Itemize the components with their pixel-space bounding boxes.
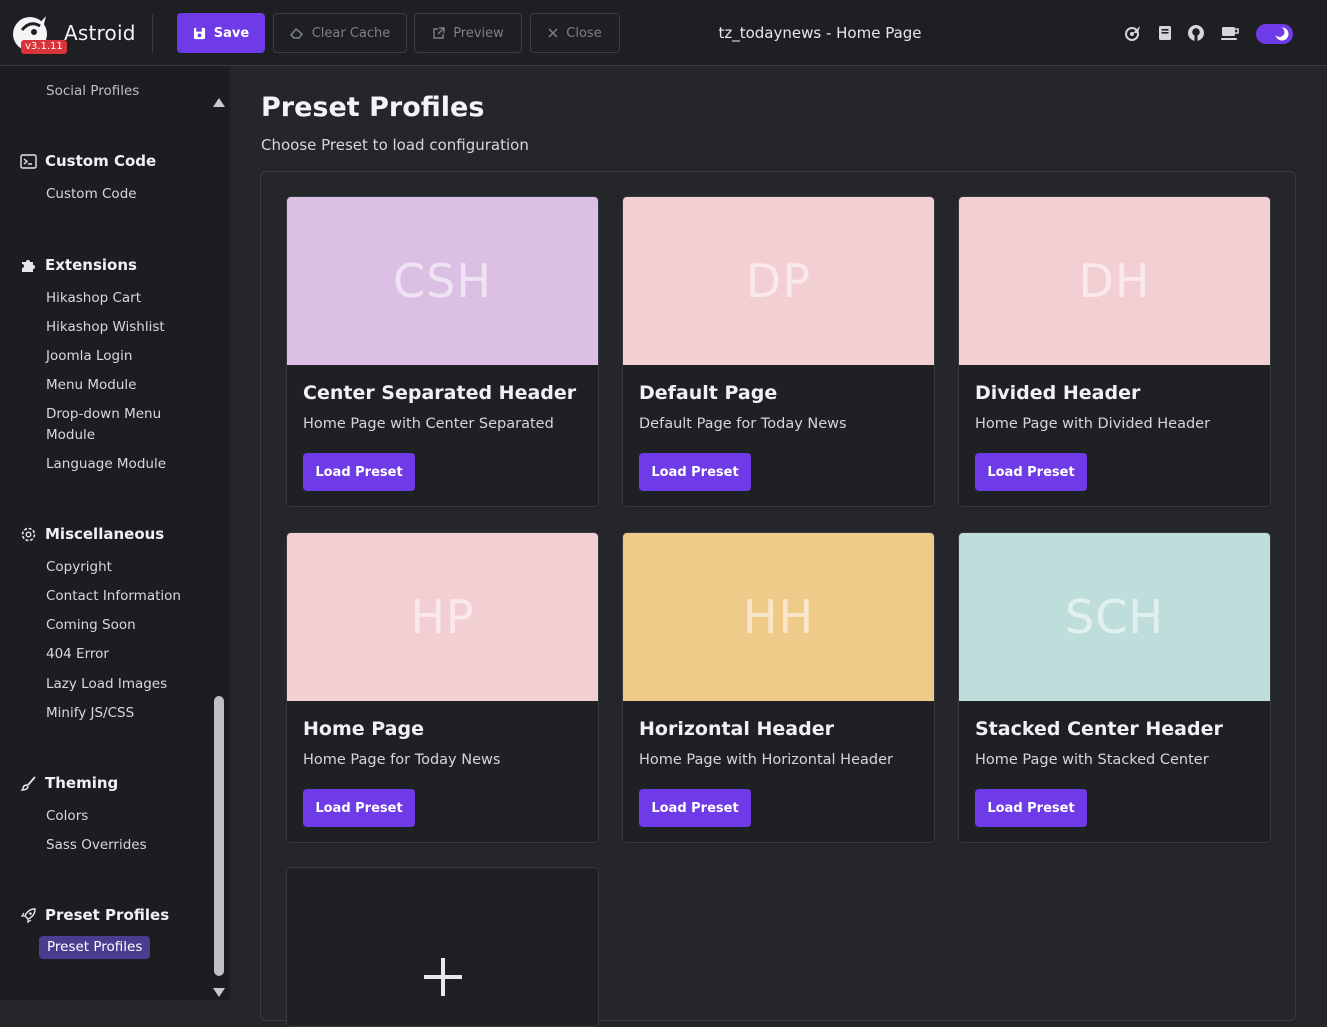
section-title: Preset Profiles — [45, 906, 170, 924]
app-name: Astroid — [64, 21, 136, 45]
preset-description: Home Page with Horizontal Header — [639, 752, 893, 768]
external-link-icon — [433, 26, 445, 39]
sidebar-section-extensions: Extensions — [20, 256, 137, 274]
save-button[interactable]: Save — [177, 13, 265, 53]
sidebar-item-minify-js-css[interactable]: Minify JS/CSS — [46, 703, 134, 724]
preset-card: CSH Center Separated Header Home Page with… — [286, 196, 599, 507]
preset-card: HH Horizontal Header Home Page with Horizo… — [622, 532, 935, 843]
sidebar-item-contact-information[interactable]: Contact Information — [46, 586, 181, 607]
scroll-down-arrow-icon[interactable] — [213, 988, 225, 997]
scrollbar-thumb[interactable] — [214, 696, 224, 976]
save-icon — [193, 27, 205, 39]
preset-title: Horizontal Header — [639, 718, 834, 740]
sidebar-item-404-error[interactable]: 404 Error — [46, 644, 109, 665]
moon-icon — [1275, 27, 1289, 41]
preview-label: Preview — [453, 25, 504, 41]
sidebar-item-joomla-login[interactable]: Joomla Login — [46, 346, 132, 367]
sidebar-item-lazy-load-images[interactable]: Lazy Load Images — [46, 674, 167, 695]
astroid-icon[interactable] — [1124, 24, 1142, 42]
sidebar-section-custom-code: Custom Code — [20, 152, 156, 170]
sidebar-item-sass-overrides[interactable]: Sass Overrides — [46, 835, 147, 856]
dark-mode-toggle[interactable] — [1256, 24, 1293, 44]
preset-description: Home Page with Divided Header — [975, 416, 1211, 432]
preview-button[interactable]: Preview — [414, 13, 522, 53]
sidebar-item-hikashop-wishlist[interactable]: Hikashop Wishlist — [46, 317, 165, 338]
preset-description: Default Page for Today News — [639, 416, 847, 432]
section-title: Theming — [45, 774, 119, 792]
clear-cache-button[interactable]: Clear Cache — [273, 13, 407, 53]
sidebar-item-preset-profiles[interactable]: Preset Profiles — [39, 936, 151, 959]
save-label: Save — [213, 25, 250, 41]
close-label: Close — [566, 25, 602, 41]
sidebar-item-custom-code[interactable]: Custom Code — [46, 184, 137, 205]
sidebar-item-dropdown-menu-module[interactable]: Drop-down Menu Module — [46, 404, 176, 446]
sidebar-item-copyright[interactable]: Copyright — [46, 557, 112, 578]
preset-description: Home Page with Center Separated — [303, 416, 554, 432]
scroll-up-arrow-icon[interactable] — [213, 98, 225, 107]
preset-thumbnail: HP — [287, 533, 598, 701]
version-badge: v3.1.11 — [21, 40, 67, 54]
clear-cache-label: Clear Cache — [311, 25, 391, 41]
plus-icon — [424, 958, 462, 996]
gear-icon — [21, 527, 36, 541]
close-icon — [548, 28, 558, 38]
main-subtitle: Choose Preset to load configuration — [261, 136, 529, 154]
page-title: tz_todaynews - Home Page — [718, 24, 922, 42]
brush-icon — [20, 775, 36, 791]
top-bar: v3.1.11 Astroid Save Clear Cache Preview… — [0, 0, 1327, 66]
load-preset-button[interactable]: Load Preset — [303, 453, 415, 491]
sidebar-item-colors[interactable]: Colors — [46, 806, 88, 827]
book-icon[interactable] — [1156, 24, 1174, 42]
preset-title: Default Page — [639, 382, 778, 404]
load-preset-button[interactable]: Load Preset — [639, 789, 751, 827]
section-title: Extensions — [45, 256, 137, 274]
preset-thumbnail: HH — [623, 533, 934, 701]
preset-title: Divided Header — [975, 382, 1141, 404]
preset-thumbnail: DH — [959, 197, 1270, 365]
add-preset-card[interactable] — [286, 867, 599, 1027]
sidebar-item-hikashop-cart[interactable]: Hikashop Cart — [46, 288, 141, 309]
sidebar-item-coming-soon[interactable]: Coming Soon — [46, 615, 136, 636]
preset-card: HP Home Page Home Page for Today News Load … — [286, 532, 599, 843]
preset-title: Stacked Center Header — [975, 718, 1223, 740]
section-title: Custom Code — [45, 152, 157, 170]
sidebar: Social Profiles Custom Code Custom Code … — [0, 66, 230, 1000]
sidebar-section-miscellaneous: Miscellaneous — [20, 525, 164, 543]
preset-card: DP Default Page Default Page for Today New… — [622, 196, 935, 507]
app-logo[interactable]: v3.1.11 Astroid — [12, 12, 152, 56]
preset-card: SCH Stacked Center Header Home Page with S… — [958, 532, 1271, 843]
sidebar-item-social-profiles[interactable]: Social Profiles — [46, 81, 139, 102]
close-button[interactable]: Close — [530, 13, 620, 53]
main-title: Preset Profiles — [261, 92, 485, 123]
coffee-icon[interactable] — [1220, 24, 1240, 42]
preset-description: Home Page for Today News — [303, 752, 501, 768]
preset-title: Home Page — [303, 718, 424, 740]
preset-thumbnail: DP — [623, 197, 934, 365]
sidebar-item-language-module[interactable]: Language Module — [46, 454, 166, 475]
preset-thumbnail: SCH — [959, 533, 1270, 701]
load-preset-button[interactable]: Load Preset — [975, 789, 1087, 827]
load-preset-button[interactable]: Load Preset — [303, 789, 415, 827]
load-preset-button[interactable]: Load Preset — [975, 453, 1087, 491]
load-preset-button[interactable]: Load Preset — [639, 453, 751, 491]
preset-description: Home Page with Stacked Center — [975, 752, 1209, 768]
rocket-icon — [20, 907, 36, 923]
divider — [152, 14, 153, 52]
github-icon[interactable] — [1187, 24, 1205, 42]
sidebar-item-menu-module[interactable]: Menu Module — [46, 375, 136, 396]
preset-title: Center Separated Header — [303, 382, 577, 404]
eraser-icon — [289, 27, 303, 39]
puzzle-icon — [22, 259, 35, 272]
preset-card: DH Divided Header Home Page with Divided H… — [958, 196, 1271, 507]
sidebar-section-preset-profiles: Preset Profiles — [20, 906, 169, 924]
preset-thumbnail: CSH — [287, 197, 598, 365]
sidebar-section-theming: Theming — [20, 774, 118, 792]
code-icon — [20, 153, 37, 169]
section-title: Miscellaneous — [45, 525, 165, 543]
